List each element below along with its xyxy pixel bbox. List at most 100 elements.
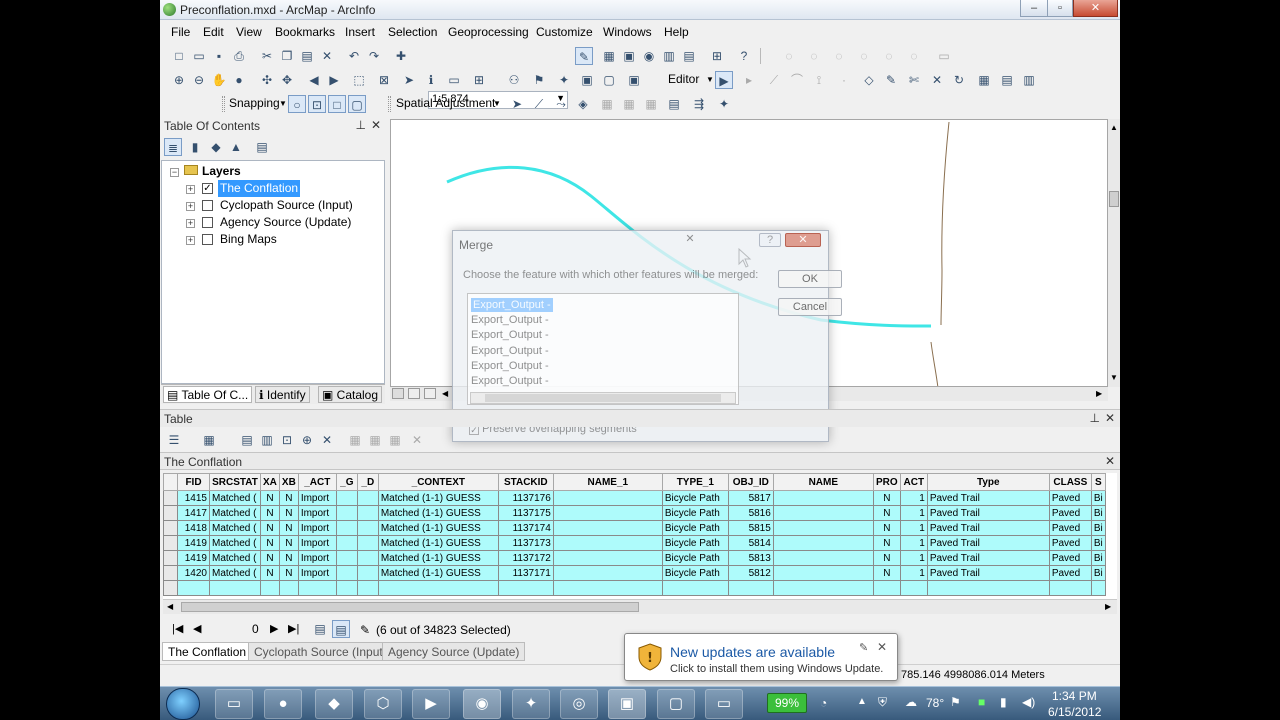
table-cell[interactable]: N <box>260 535 280 551</box>
create-viewer-icon[interactable]: ▢ <box>600 71 618 89</box>
table-cell[interactable]: 1420 <box>177 565 210 581</box>
table-cell[interactable]: Matched (1-1) GUESS <box>377 550 499 566</box>
media-player-icon[interactable]: ▶ <box>412 689 450 719</box>
table-cell[interactable]: 5813 <box>727 550 774 566</box>
identify-icon[interactable]: ℹ <box>422 71 440 89</box>
table-cell[interactable]: Import <box>297 535 337 551</box>
column-header[interactable]: TYPE_1 <box>661 473 729 491</box>
toc-layer-agency-source[interactable]: Agency Source (Update) <box>220 214 351 231</box>
search-icon[interactable]: ◉ <box>463 689 501 719</box>
table-cell[interactable]: Bi <box>1090 520 1106 536</box>
refresh-view-icon[interactable] <box>424 388 436 399</box>
scroll-right-icon[interactable]: ▶ <box>1105 602 1111 611</box>
table-cell[interactable]: N <box>278 520 299 536</box>
split-icon[interactable]: ✕ <box>928 71 946 89</box>
minimize-button[interactable]: – <box>1020 0 1048 17</box>
table-cell[interactable] <box>772 520 874 536</box>
table-cell[interactable] <box>335 535 358 551</box>
table-cell[interactable] <box>356 520 379 536</box>
table-cell[interactable]: 1415 <box>177 490 210 506</box>
data-view-icon[interactable] <box>392 388 404 399</box>
spatial-adjustment-menu[interactable]: Spatial Adjustment <box>396 96 495 110</box>
scroll-thumb[interactable] <box>181 602 639 612</box>
undo-icon[interactable]: ↶ <box>345 47 363 65</box>
table-cell[interactable]: Matched ( <box>209 490 261 506</box>
edge-snapping-icon[interactable]: ▢ <box>348 95 366 113</box>
edit-vertices-icon[interactable]: ◇ <box>860 71 878 89</box>
column-header[interactable]: _D <box>356 473 379 491</box>
modify-link-icon[interactable]: ⤳ <box>552 95 570 113</box>
open-folder-icon[interactable]: ▭ <box>190 47 208 65</box>
identity-link-icon[interactable]: ▦ <box>598 95 616 113</box>
table-cell[interactable]: N <box>278 490 299 506</box>
ok-button[interactable]: OK <box>778 270 842 288</box>
table-cell[interactable]: Paved Trail <box>926 535 1050 551</box>
start-button[interactable] <box>166 688 200 720</box>
expand-icon[interactable]: + <box>186 219 195 228</box>
table-cell[interactable]: Matched ( <box>209 565 261 581</box>
select-elements-arrow-icon[interactable]: ➤ <box>508 95 526 113</box>
column-header[interactable]: _ACT <box>297 473 337 491</box>
table-tool-icon[interactable]: ▦ <box>386 431 404 449</box>
table-row[interactable]: 1418 Matched (N N Import Matched (1-1) GUESS… <box>163 520 1106 536</box>
sketch-properties-icon[interactable]: ▤ <box>998 71 1016 89</box>
table-cell[interactable]: 5812 <box>727 565 774 581</box>
arcmap-taskbar-icon[interactable]: ▣ <box>608 689 646 719</box>
menu-geoprocessing[interactable]: Geoprocessing <box>448 25 529 39</box>
table-cell[interactable]: Paved <box>1048 565 1092 581</box>
table-cell[interactable] <box>335 580 358 596</box>
paste-icon[interactable]: ▤ <box>298 47 316 65</box>
html-popup-icon[interactable]: ▭ <box>445 71 463 89</box>
table-cell[interactable] <box>356 505 379 521</box>
table-cell[interactable] <box>772 505 874 521</box>
fixed-zoom-out-icon[interactable]: ✥ <box>278 71 296 89</box>
georef-tool-icon[interactable]: ◌ <box>855 47 873 65</box>
show-all-records-icon[interactable]: ▤ <box>311 620 329 638</box>
table-cell[interactable] <box>552 505 663 521</box>
print-icon[interactable]: ⎙ <box>230 47 248 65</box>
tab-catalog[interactable]: ▣ Catalog <box>318 386 383 403</box>
column-header[interactable]: FID <box>177 473 210 491</box>
print-preview-icon[interactable]: ▭ <box>935 47 953 65</box>
table-cell[interactable]: Matched ( <box>209 505 261 521</box>
table-cell[interactable] <box>356 490 379 506</box>
table-cell[interactable]: Bi <box>1090 490 1106 506</box>
table-cell[interactable] <box>772 565 874 581</box>
list-by-selection-icon[interactable]: ▲ <box>227 138 245 156</box>
edge-match-icon[interactable]: ⇶ <box>690 95 708 113</box>
table-cell[interactable]: Matched ( <box>209 550 261 566</box>
table-cell[interactable]: Bicycle Path <box>661 550 729 566</box>
table-cell[interactable]: N <box>260 490 280 506</box>
table-cell[interactable]: 1417 <box>177 505 210 521</box>
table-cell[interactable] <box>335 520 358 536</box>
close-icon[interactable]: ✕ <box>1105 411 1115 425</box>
georef-tool-icon[interactable]: ◌ <box>830 47 848 65</box>
table-cell[interactable]: Matched (1-1) GUESS <box>377 535 499 551</box>
tab-cyclopath-source[interactable]: Cyclopath Source (Input) <box>248 642 393 661</box>
toc-layer-the-conflation[interactable]: The Conflation <box>218 180 301 197</box>
column-header[interactable]: Type <box>926 473 1050 491</box>
select-features-icon[interactable]: ⬚ <box>350 71 368 89</box>
table-cell[interactable]: Bicycle Path <box>661 505 729 521</box>
table-cell[interactable] <box>177 580 210 596</box>
windows-update-notification[interactable]: ! New updates are available Click to ins… <box>624 633 898 681</box>
back-arrow-icon[interactable]: ◀ <box>305 71 323 89</box>
previous-record-icon[interactable]: ◀ <box>193 622 201 635</box>
table-cell[interactable] <box>552 490 663 506</box>
catalog-window-icon[interactable]: ▣ <box>620 47 638 65</box>
column-header[interactable]: XB <box>278 473 299 491</box>
list-item[interactable]: Export_Output - <box>471 344 549 358</box>
table-cell[interactable]: 1419 <box>177 535 210 551</box>
show-selected-records-icon[interactable]: ▤ <box>332 620 350 638</box>
georef-tool-icon[interactable]: ◌ <box>905 47 923 65</box>
table-cell[interactable] <box>1090 580 1106 596</box>
table-cell[interactable]: Matched (1-1) GUESS <box>377 505 499 521</box>
list-by-drawing-order-icon[interactable]: ≣ <box>164 138 182 156</box>
table-cell[interactable]: N <box>260 565 280 581</box>
menu-file[interactable]: File <box>171 25 190 39</box>
find-binoculars-icon[interactable]: ⚇ <box>505 71 523 89</box>
column-header[interactable]: OBJ_ID <box>727 473 774 491</box>
full-extent-icon[interactable]: ● <box>230 71 248 89</box>
table-tool-icon[interactable]: ✕ <box>408 431 426 449</box>
firefox-icon[interactable]: ● <box>264 689 302 719</box>
